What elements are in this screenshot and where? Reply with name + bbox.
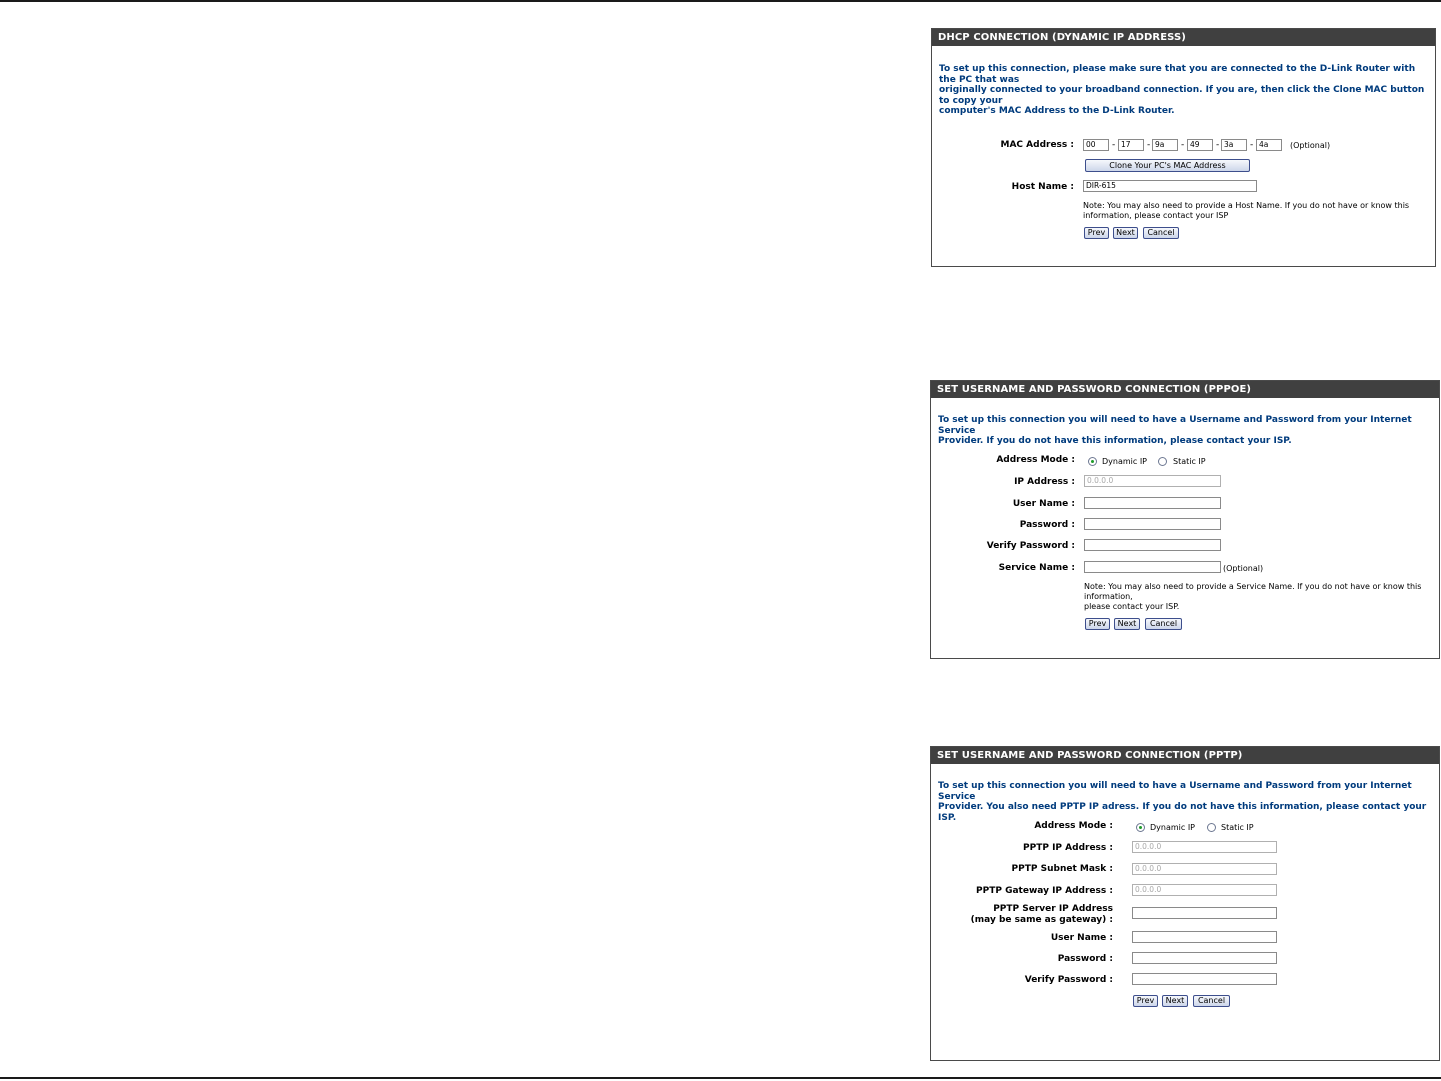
pptp-verify-password-input[interactable]: [1132, 973, 1277, 985]
radio-selected-dot: [1091, 460, 1094, 463]
pptp-gateway-input[interactable]: 0.0.0.0: [1132, 884, 1277, 896]
pppoe-user-name-label: User Name :: [1012, 499, 1075, 509]
pptp-server-ip-label: PPTP Server IP Address (may be same as g…: [970, 904, 1113, 925]
pppoe-cancel-button[interactable]: Cancel: [1145, 618, 1182, 630]
mac-octet-1-input[interactable]: 00: [1083, 139, 1109, 151]
pptp-server-ip-input[interactable]: [1132, 907, 1277, 919]
pppoe-verify-password-label: Verify Password :: [986, 541, 1075, 551]
pptp-subnet-mask-input[interactable]: 0.0.0.0: [1132, 863, 1277, 875]
pptp-cancel-button[interactable]: Cancel: [1193, 995, 1230, 1007]
bottom-rule: [0, 1077, 1441, 1079]
pppoe-dynamic-ip-label: Dynamic IP: [1102, 457, 1148, 466]
dhcp-next-button[interactable]: Next: [1113, 227, 1138, 239]
pppoe-service-name-input[interactable]: [1084, 561, 1221, 573]
pptp-panel: SET USERNAME AND PASSWORD CONNECTION (PP…: [930, 746, 1440, 1061]
mac-octet-3-input[interactable]: 9a: [1152, 139, 1178, 151]
pppoe-note: Note: You may also need to provide a Ser…: [1084, 582, 1422, 611]
pppoe-ip-address-input[interactable]: 0.0.0.0: [1084, 475, 1221, 487]
mac-separator: -: [1181, 140, 1185, 150]
pptp-ip-address-label: PPTP IP Address :: [1023, 843, 1113, 853]
pptp-static-ip-label: Static IP: [1221, 823, 1254, 832]
pptp-intro-text: To set up this connection you will need …: [938, 781, 1427, 823]
dhcp-cancel-button[interactable]: Cancel: [1143, 227, 1179, 239]
pptp-next-button[interactable]: Next: [1162, 995, 1188, 1007]
pptp-static-ip-radio[interactable]: [1207, 823, 1216, 832]
pptp-ip-address-input[interactable]: 0.0.0.0: [1132, 841, 1277, 853]
dhcp-prev-button[interactable]: Prev: [1084, 227, 1109, 239]
pppoe-optional-text: (Optional): [1223, 564, 1264, 573]
mac-optional-text: (Optional): [1290, 141, 1331, 150]
pptp-panel-title: SET USERNAME AND PASSWORD CONNECTION (PP…: [931, 747, 1439, 764]
pppoe-next-button[interactable]: Next: [1114, 618, 1140, 630]
pppoe-intro-text: To set up this connection you will need …: [938, 415, 1412, 446]
pppoe-verify-password-input[interactable]: [1084, 539, 1221, 551]
radio-selected-dot: [1139, 826, 1142, 829]
pppoe-prev-button[interactable]: Prev: [1085, 618, 1110, 630]
mac-separator: -: [1216, 140, 1220, 150]
pptp-user-name-input[interactable]: [1132, 931, 1277, 943]
pptp-password-input[interactable]: [1132, 952, 1277, 964]
clone-mac-button[interactable]: Clone Your PC's MAC Address: [1085, 159, 1250, 172]
dhcp-panel: DHCP CONNECTION (DYNAMIC IP ADDRESS) To …: [931, 28, 1436, 267]
pppoe-service-name-label: Service Name :: [998, 563, 1075, 573]
pptp-subnet-mask-label: PPTP Subnet Mask :: [1011, 864, 1113, 874]
pppoe-user-name-input[interactable]: [1084, 497, 1221, 509]
pptp-user-name-label: User Name :: [1050, 933, 1113, 943]
dhcp-intro-text: To set up this connection, please make s…: [939, 64, 1425, 116]
pptp-dynamic-ip-radio[interactable]: [1136, 823, 1145, 832]
dhcp-note: Note: You may also need to provide a Hos…: [1083, 201, 1410, 220]
mac-octet-5-input[interactable]: 3a: [1221, 139, 1247, 151]
pppoe-dynamic-ip-radio[interactable]: [1088, 457, 1097, 466]
mac-octet-6-input[interactable]: 4a: [1256, 139, 1282, 151]
mac-octet-4-input[interactable]: 49: [1187, 139, 1213, 151]
pptp-dynamic-ip-label: Dynamic IP: [1150, 823, 1196, 832]
mac-separator: -: [1250, 140, 1254, 150]
mac-octet-2-input[interactable]: 17: [1118, 139, 1144, 151]
pppoe-panel: SET USERNAME AND PASSWORD CONNECTION (PP…: [930, 380, 1440, 659]
mac-separator: -: [1147, 140, 1151, 150]
pppoe-panel-title: SET USERNAME AND PASSWORD CONNECTION (PP…: [931, 381, 1439, 398]
pptp-verify-password-label: Verify Password :: [1024, 975, 1113, 985]
pptp-gateway-label: PPTP Gateway IP Address :: [976, 886, 1113, 896]
mac-address-label: MAC Address :: [1000, 140, 1075, 150]
pptp-password-label: Password :: [1057, 954, 1113, 964]
pptp-prev-button[interactable]: Prev: [1133, 995, 1158, 1007]
pppoe-static-ip-label: Static IP: [1173, 457, 1206, 466]
host-name-input[interactable]: DIR-615: [1083, 180, 1257, 192]
top-rule: [0, 0, 1441, 2]
pppoe-password-input[interactable]: [1084, 518, 1221, 530]
pppoe-ip-address-label: IP Address :: [1014, 477, 1075, 487]
host-name-label: Host Name :: [1011, 182, 1074, 192]
pppoe-address-mode-label: Address Mode :: [996, 455, 1075, 465]
pppoe-password-label: Password :: [1019, 520, 1075, 530]
mac-separator: -: [1112, 140, 1116, 150]
dhcp-panel-title: DHCP CONNECTION (DYNAMIC IP ADDRESS): [932, 29, 1435, 46]
pptp-address-mode-label: Address Mode :: [1034, 821, 1113, 831]
pppoe-static-ip-radio[interactable]: [1158, 457, 1167, 466]
